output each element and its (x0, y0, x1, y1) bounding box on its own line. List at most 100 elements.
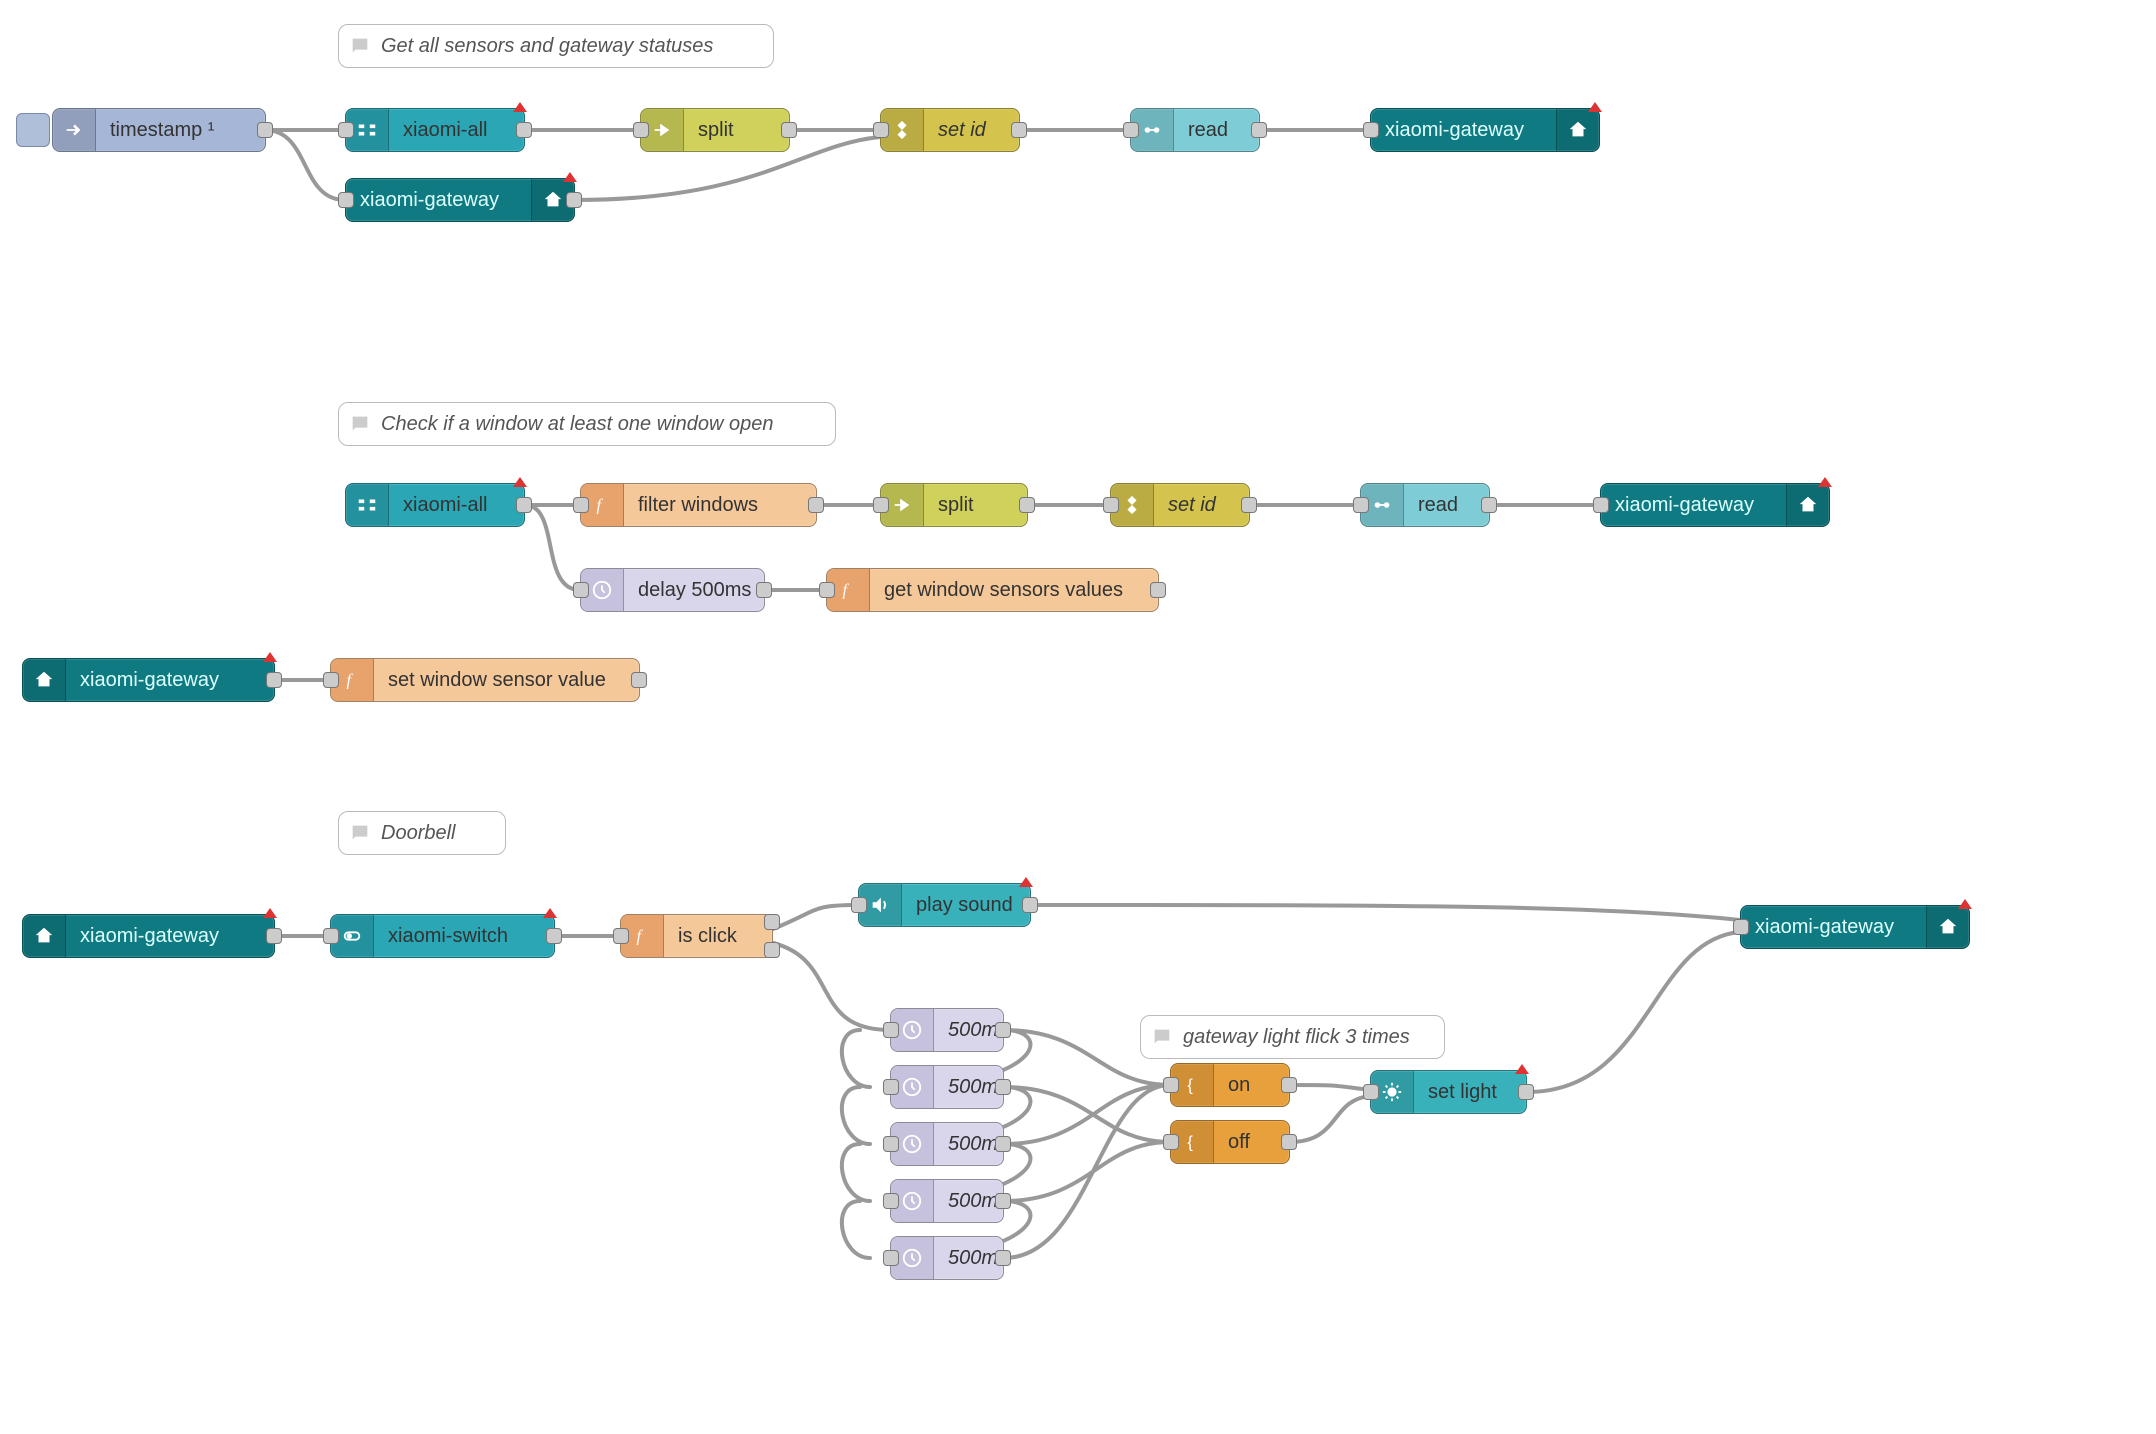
input-port[interactable] (573, 497, 589, 513)
input-port[interactable] (338, 122, 354, 138)
xiaomi-gateway-out-3[interactable]: xiaomi-gateway (1740, 905, 1970, 949)
input-port[interactable] (1103, 497, 1119, 513)
homekit-xiaomi-all[interactable]: xiaomi-all (345, 108, 525, 152)
output-port[interactable] (631, 672, 647, 688)
xiaomi-gateway-out[interactable]: xiaomi-gateway (1370, 108, 1600, 152)
output-port[interactable] (257, 122, 273, 138)
delay-500ms-3[interactable]: 500ms (890, 1122, 1004, 1166)
template-on[interactable]: { on (1170, 1063, 1290, 1107)
svg-text:f: f (843, 581, 850, 600)
input-port[interactable] (633, 122, 649, 138)
comment-doorbell[interactable]: Doorbell (338, 811, 506, 855)
input-port[interactable] (873, 122, 889, 138)
input-port[interactable] (883, 1022, 899, 1038)
output-port[interactable] (1281, 1134, 1297, 1150)
input-port[interactable] (613, 928, 629, 944)
input-port[interactable] (1163, 1077, 1179, 1093)
input-port[interactable] (1363, 122, 1379, 138)
changed-badge (1019, 877, 1033, 887)
changed-badge (1818, 477, 1832, 487)
delay-500ms-4[interactable]: 500ms (890, 1179, 1004, 1223)
function-is-click[interactable]: f is click (620, 914, 773, 958)
xiaomi-gateway-doorbell-in[interactable]: xiaomi-gateway (22, 914, 275, 958)
function-get-window-values[interactable]: f get window sensors values (826, 568, 1159, 612)
delay-500ms-5[interactable]: 500ms (890, 1236, 1004, 1280)
input-port[interactable] (883, 1193, 899, 1209)
output-port[interactable] (756, 582, 772, 598)
input-port[interactable] (323, 672, 339, 688)
input-port[interactable] (883, 1250, 899, 1266)
node-label: xiaomi-gateway (66, 669, 274, 692)
xiaomi-switch-node[interactable]: xiaomi-switch (330, 914, 555, 958)
svg-text:{: { (1187, 1134, 1193, 1152)
xiaomi-gateway-node[interactable]: xiaomi-gateway (345, 178, 575, 222)
input-port[interactable] (1733, 919, 1749, 935)
input-port[interactable] (1123, 122, 1139, 138)
output-port[interactable] (266, 672, 282, 688)
node-label: xiaomi-gateway (66, 925, 274, 948)
output-port[interactable] (566, 192, 582, 208)
comment-get-all-statuses[interactable]: Get all sensors and gateway statuses (338, 24, 774, 68)
output-port[interactable] (995, 1079, 1011, 1095)
input-port[interactable] (819, 582, 835, 598)
delay-500ms-1[interactable]: 500ms (890, 1008, 1004, 1052)
output-port[interactable] (1518, 1084, 1534, 1100)
input-port[interactable] (338, 192, 354, 208)
output-port[interactable] (1019, 497, 1035, 513)
inject-node[interactable]: timestamp ¹ (52, 108, 266, 152)
output-port[interactable] (266, 928, 282, 944)
output-port[interactable] (1022, 897, 1038, 913)
comment-check-window[interactable]: Check if a window at least one window op… (338, 402, 836, 446)
changed-badge (263, 652, 277, 662)
output-port-2[interactable] (764, 942, 780, 958)
function-set-window-value[interactable]: f set window sensor value (330, 658, 640, 702)
input-port[interactable] (1363, 1084, 1379, 1100)
output-port[interactable] (516, 497, 532, 513)
play-sound-node[interactable]: play sound (858, 883, 1031, 927)
set-light-node[interactable]: set light (1370, 1070, 1527, 1114)
input-port[interactable] (573, 582, 589, 598)
output-port[interactable] (995, 1022, 1011, 1038)
link-read-node-2[interactable]: read (1360, 483, 1490, 527)
output-port[interactable] (808, 497, 824, 513)
input-port[interactable] (851, 897, 867, 913)
output-port[interactable] (546, 928, 562, 944)
inject-button[interactable] (16, 113, 50, 147)
node-label: set id (924, 119, 1019, 142)
changed-badge (1515, 1064, 1529, 1074)
input-port[interactable] (1353, 497, 1369, 513)
output-port[interactable] (1011, 122, 1027, 138)
output-port[interactable] (995, 1193, 1011, 1209)
split-node-2[interactable]: split (880, 483, 1028, 527)
homekit-xiaomi-all-2[interactable]: xiaomi-all (345, 483, 525, 527)
output-port[interactable] (995, 1250, 1011, 1266)
output-port[interactable] (1481, 497, 1497, 513)
xiaomi-gateway-out-2[interactable]: xiaomi-gateway (1600, 483, 1830, 527)
input-port[interactable] (873, 497, 889, 513)
input-port[interactable] (883, 1136, 899, 1152)
homekit-icon (346, 484, 389, 526)
change-node-set-id[interactable]: set id (880, 108, 1020, 152)
comment-light-flick[interactable]: gateway light flick 3 times (1140, 1015, 1445, 1059)
output-port[interactable] (781, 122, 797, 138)
template-off[interactable]: { off (1170, 1120, 1290, 1164)
input-port[interactable] (1163, 1134, 1179, 1150)
input-port[interactable] (883, 1079, 899, 1095)
delay-500ms-2[interactable]: 500ms (890, 1065, 1004, 1109)
output-port[interactable] (1241, 497, 1257, 513)
link-read-node[interactable]: read (1130, 108, 1260, 152)
xiaomi-gateway-in[interactable]: xiaomi-gateway (22, 658, 275, 702)
output-port[interactable] (995, 1136, 1011, 1152)
output-port[interactable] (1251, 122, 1267, 138)
comment-icon (339, 822, 381, 844)
input-port[interactable] (323, 928, 339, 944)
function-filter-windows[interactable]: f filter windows (580, 483, 817, 527)
split-node[interactable]: split (640, 108, 790, 152)
output-port[interactable] (1150, 582, 1166, 598)
input-port[interactable] (1593, 497, 1609, 513)
change-node-set-id-2[interactable]: set id (1110, 483, 1250, 527)
output-port[interactable] (516, 122, 532, 138)
delay-500ms[interactable]: delay 500ms (580, 568, 765, 612)
output-port-1[interactable] (764, 914, 780, 930)
output-port[interactable] (1281, 1077, 1297, 1093)
